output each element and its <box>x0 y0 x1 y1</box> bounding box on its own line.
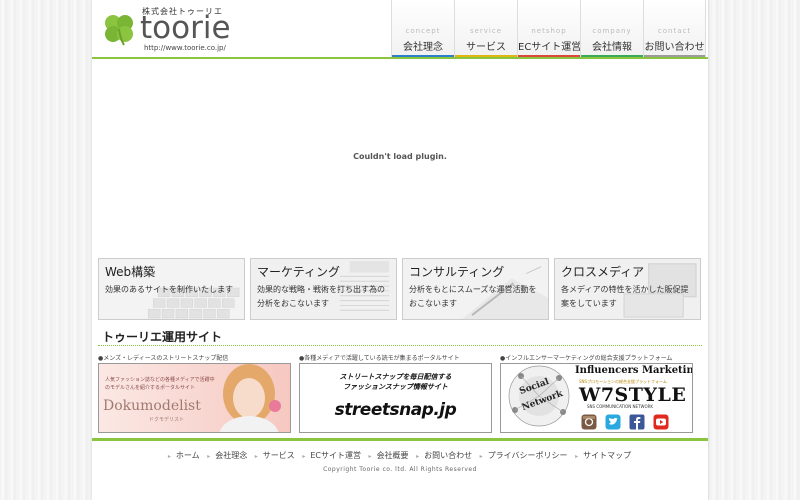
service-crossmedia[interactable]: クロスメディア 各メディアの特性を活かした販促提案をしています <box>554 258 701 320</box>
section-title-operated-sites: トゥーリエ運用サイト <box>102 330 223 344</box>
banner-logo: streetsnap.jp <box>334 400 457 420</box>
service-consulting[interactable]: コンサルティング 分析をもとにスムーズな運営活動をおこないます <box>402 258 549 320</box>
footer-link-sitemap[interactable]: サイトマップ <box>583 451 631 460</box>
banner-dokumodelist[interactable]: 人気ファッション誌などの各種メディアで活躍中のモデルさんを紹介するポータルサイト… <box>98 363 291 433</box>
nav-item-contact[interactable]: contact お問い合わせ <box>643 0 706 58</box>
chevron-right-icon: ▸ <box>302 453 306 460</box>
nav-en-label: netshop <box>531 27 567 35</box>
service-description: 各メディアの特性を活かした販促提案をしています <box>561 285 689 308</box>
plugin-error-message: Couldn't load plugin. <box>353 152 447 161</box>
service-description: 効果のあるサイトを制作いたします <box>105 285 233 294</box>
chevron-right-icon: ▸ <box>368 453 372 460</box>
site-logo[interactable]: 株式会社トゥーリエ toorie http://www.toorie.co.jp… <box>102 4 262 54</box>
site-label: ●各種メディアで活躍している読モが集まるポータルサイト <box>299 355 460 362</box>
service-title: コンサルティング <box>409 265 505 279</box>
nav-item-concept[interactable]: concept 会社理念 <box>391 0 454 58</box>
logo-wordmark: toorie <box>140 10 231 46</box>
twitter-icon[interactable] <box>605 414 621 430</box>
nav-en-label: company <box>592 27 632 35</box>
social-icons <box>581 414 669 430</box>
banner-logo: W7STYLE <box>579 384 687 406</box>
chevron-right-icon: ▸ <box>479 453 483 460</box>
page-container: 株式会社トゥーリエ toorie http://www.toorie.co.jp… <box>92 0 708 500</box>
banner-logo-sub: ドクモデリスト <box>149 417 185 423</box>
banner-title: Influencers Marketing <box>575 365 693 376</box>
footer-link-contact[interactable]: お問い合わせ <box>424 451 472 460</box>
chevron-right-icon: ▸ <box>575 453 579 460</box>
footer-link-netshop[interactable]: ECサイト運営 <box>310 451 361 460</box>
service-description: 効果的な戦略・戦術を打ち出す為の分析をおこないます <box>257 285 385 308</box>
copyright-text: Copyright Toorie co. ltd. All Rights Res… <box>323 466 477 473</box>
nav-ja-label: サービス <box>466 42 506 53</box>
nav-item-service[interactable]: service サービス <box>454 0 517 58</box>
service-list: Web構築 効果のあるサイトを制作いたします マーケティング 効果的な戦略・戦術… <box>98 258 702 320</box>
footer-link-service[interactable]: サービス <box>263 451 295 460</box>
logo-url: http://www.toorie.co.jp/ <box>144 44 226 52</box>
footer-link-home[interactable]: ホーム <box>176 451 200 460</box>
site-header: 株式会社トゥーリエ toorie http://www.toorie.co.jp… <box>92 0 708 58</box>
service-title: クロスメディア <box>561 265 645 279</box>
service-description: 分析をもとにスムーズな運営活動をおこないます <box>409 285 537 308</box>
nav-ja-label: ECサイト運営 <box>518 42 582 53</box>
main-nav: concept 会社理念 service サービス netshop ECサイト運… <box>391 0 706 58</box>
chevron-right-icon: ▸ <box>207 453 211 460</box>
chevron-right-icon: ▸ <box>254 453 258 460</box>
chevron-right-icon: ▸ <box>167 453 171 460</box>
instagram-icon[interactable] <box>581 414 597 430</box>
service-web[interactable]: Web構築 効果のあるサイトを制作いたします <box>98 258 245 320</box>
footer-link-concept[interactable]: 会社理念 <box>215 451 247 460</box>
footer-nav: ▸ ホーム ▸ 会社理念 ▸ サービス ▸ ECサイト運営 ▸ 会社概要 ▸ お問い合わせ … <box>92 450 708 461</box>
footer-link-privacy[interactable]: プライバシーポリシー <box>488 451 568 460</box>
footer-divider <box>92 438 708 441</box>
nav-ja-label: 会社理念 <box>403 42 443 53</box>
banner-w7style[interactable]: Social Network Influencers Marketing SNS… <box>500 363 693 433</box>
banner-logo-sub: SNS COMMUNICATION NETWORK <box>587 404 654 409</box>
youtube-icon[interactable] <box>653 414 669 430</box>
clover-icon <box>105 15 133 46</box>
site-label: ●メンズ・レディースのストリートスナップ配信 <box>98 355 229 362</box>
nav-en-label: service <box>469 27 503 35</box>
service-marketing[interactable]: マーケティング 効果的な戦略・戦術を打ち出す為の分析をおこないます <box>250 258 397 320</box>
banner-streetsnap[interactable]: ストリートスナップを毎日配信する ファッションスナップ情報サイト streets… <box>299 363 492 433</box>
banner-line-1: ストリートスナップを毎日配信する <box>339 373 452 381</box>
banner-line-2: ファッションスナップ情報サイト <box>343 383 448 391</box>
service-title: Web構築 <box>105 265 156 279</box>
banner-small-text: 人気ファッション誌などの各種メディアで活躍中のモデルさんを紹介するポータルサイト <box>105 377 215 391</box>
service-title: マーケティング <box>257 265 341 279</box>
chevron-right-icon: ▸ <box>416 453 420 460</box>
nav-ja-label: 会社情報 <box>592 42 632 53</box>
nav-ja-label: お問い合わせ <box>644 42 705 53</box>
site-label: ●インフルエンサーマーケティングの総合支援プラットフォーム <box>500 355 673 362</box>
nav-item-company[interactable]: company 会社情報 <box>580 0 643 58</box>
footer-link-company[interactable]: 会社概要 <box>377 451 409 460</box>
header-divider <box>92 57 708 59</box>
facebook-icon[interactable] <box>629 414 645 430</box>
nav-en-label: contact <box>657 27 692 35</box>
banner-logo: Dokumodelist <box>103 398 201 414</box>
section-divider <box>98 345 702 346</box>
nav-en-label: concept <box>405 27 441 35</box>
nav-item-netshop[interactable]: netshop ECサイト運営 <box>517 0 582 58</box>
